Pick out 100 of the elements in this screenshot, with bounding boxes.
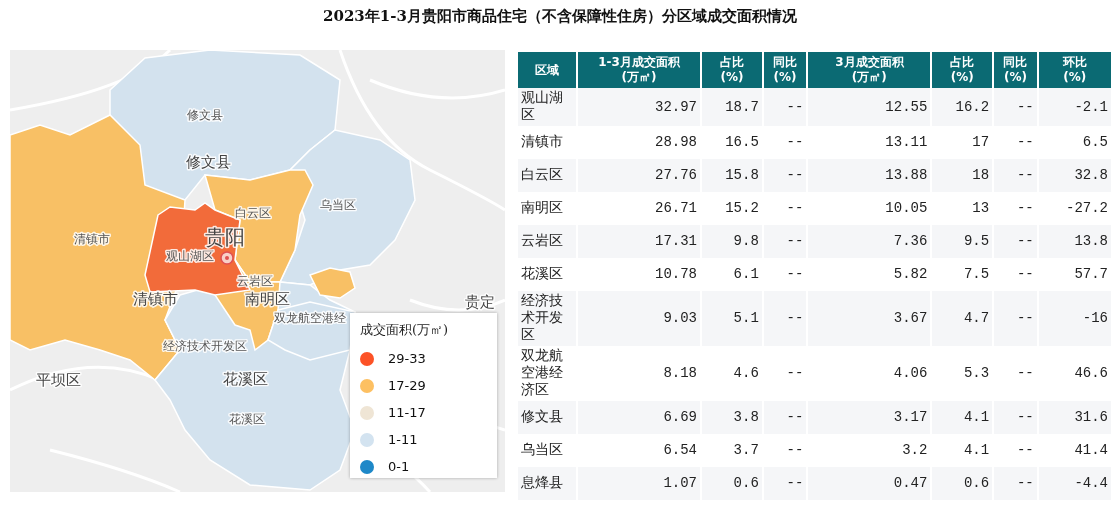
district-cell: 观山湖区 xyxy=(518,88,577,126)
table-cell: 15.8 xyxy=(701,159,763,192)
table-cell: 4.1 xyxy=(931,434,994,467)
column-header: 环比 (%) xyxy=(1037,52,1112,88)
table-cell: -- xyxy=(762,192,808,225)
column-header: 占比 (%) xyxy=(701,52,763,88)
legend-title: 成交面积(万㎡) xyxy=(360,321,450,339)
legend-label: 11-17 xyxy=(388,405,426,420)
table-cell: -- xyxy=(762,126,808,159)
column-header: 1-3月成交面积 (万㎡) xyxy=(577,52,701,88)
legend-label: 0-1 xyxy=(388,459,410,474)
map-label: 乌当区 xyxy=(320,197,356,212)
table-cell: -- xyxy=(762,291,808,346)
table-cell: -- xyxy=(762,88,808,126)
table-cell: 13 xyxy=(931,192,994,225)
table-cell: -- xyxy=(993,88,1038,126)
table-cell: 10.05 xyxy=(807,192,932,225)
table-cell: 28.98 xyxy=(577,126,701,159)
map-label: 花溪区 xyxy=(229,411,265,426)
district-cell: 南明区 xyxy=(518,192,577,225)
table-cell: 1.07 xyxy=(577,467,701,500)
table-cell: 16.2 xyxy=(931,88,994,126)
table-cell: -- xyxy=(993,434,1038,467)
table-cell: 7.36 xyxy=(807,225,932,258)
table-cell: 3.67 xyxy=(807,291,932,346)
table-cell: 12.55 xyxy=(807,88,932,126)
table-cell: 27.76 xyxy=(577,159,701,192)
table-cell: 3.17 xyxy=(807,401,932,434)
legend-label: 17-29 xyxy=(388,378,426,393)
table-cell: -27.2 xyxy=(1037,192,1112,225)
table-cell: 57.7 xyxy=(1037,258,1112,291)
table-cell: 15.2 xyxy=(701,192,763,225)
table-cell: -- xyxy=(762,159,808,192)
column-header: 占比 (%) xyxy=(931,52,994,88)
table-cell: 46.6 xyxy=(1037,346,1112,401)
table-cell: -- xyxy=(762,346,808,401)
table-cell: -- xyxy=(762,401,808,434)
table-cell: 10.78 xyxy=(577,258,701,291)
table-cell: 18.7 xyxy=(701,88,763,126)
table-cell: -- xyxy=(762,225,808,258)
table-cell: 9.8 xyxy=(701,225,763,258)
legend-label: 1-11 xyxy=(388,432,418,447)
map-label: 清镇市 xyxy=(74,231,110,246)
table-cell: 4.6 xyxy=(701,346,763,401)
table-cell: 0.6 xyxy=(931,467,994,500)
table-cell: -- xyxy=(993,401,1038,434)
table-cell: -- xyxy=(993,225,1038,258)
table-cell: 9.5 xyxy=(931,225,994,258)
table-cell: 17 xyxy=(931,126,994,159)
table-cell: 13.11 xyxy=(807,126,932,159)
district-cell: 花溪区 xyxy=(518,258,577,291)
district-cell: 清镇市 xyxy=(518,126,577,159)
table-cell: 7.5 xyxy=(931,258,994,291)
table-cell: 8.18 xyxy=(577,346,701,401)
district-cell: 白云区 xyxy=(518,159,577,192)
table-cell: -- xyxy=(762,434,808,467)
map-label: 修文县 xyxy=(185,152,231,171)
column-header: 区域 xyxy=(518,52,577,88)
district-cell: 息烽县 xyxy=(518,467,577,500)
table-cell: 41.4 xyxy=(1037,434,1112,467)
table-cell: 32.8 xyxy=(1037,159,1112,192)
table-cell: 6.5 xyxy=(1037,126,1112,159)
table-cell: 3.8 xyxy=(701,401,763,434)
column-header: 同比 (%) xyxy=(762,52,808,88)
table-cell: 0.47 xyxy=(807,467,932,500)
table-cell: 4.7 xyxy=(931,291,994,346)
district-cell: 云岩区 xyxy=(518,225,577,258)
district-cell: 修文县 xyxy=(518,401,577,434)
table-cell: 6.54 xyxy=(577,434,701,467)
table-cell: 13.8 xyxy=(1037,225,1112,258)
table-cell: 16.5 xyxy=(701,126,763,159)
table-cell: -16 xyxy=(1037,291,1112,346)
column-header: 3月成交面积 (万㎡) xyxy=(807,52,932,88)
table-cell: 0.6 xyxy=(701,467,763,500)
table-cell: 5.3 xyxy=(931,346,994,401)
location-pin-icon xyxy=(220,251,234,265)
table-cell: -2.1 xyxy=(1037,88,1112,126)
table-cell: 3.2 xyxy=(807,434,932,467)
table-cell: -- xyxy=(993,159,1038,192)
table-cell: 9.03 xyxy=(577,291,701,346)
table-cell: 4.06 xyxy=(807,346,932,401)
legend-label: 29-33 xyxy=(388,351,426,366)
table-cell: -- xyxy=(762,258,808,291)
table-cell: 6.1 xyxy=(701,258,763,291)
map-label: 修文县 xyxy=(187,107,223,122)
column-header: 同比 (%) xyxy=(993,52,1038,88)
table-cell: -- xyxy=(993,291,1038,346)
table-cell: -- xyxy=(993,346,1038,401)
table-cell: 32.97 xyxy=(577,88,701,126)
chart-title: 2023年1-3月贵阳市商品住宅（不含保障性住房）分区域成交面积情况 xyxy=(322,6,798,27)
table-cell: -- xyxy=(993,467,1038,500)
table-cell: -- xyxy=(762,467,808,500)
table-cell: 18 xyxy=(931,159,994,192)
map-label: 白云区 xyxy=(235,205,271,220)
table-cell: -- xyxy=(993,258,1038,291)
map-label: 观山湖区 xyxy=(166,248,214,263)
table-cell: 13.88 xyxy=(807,159,932,192)
table-cell: 6.69 xyxy=(577,401,701,434)
table-cell: 5.1 xyxy=(701,291,763,346)
table-cell: -4.4 xyxy=(1037,467,1112,500)
